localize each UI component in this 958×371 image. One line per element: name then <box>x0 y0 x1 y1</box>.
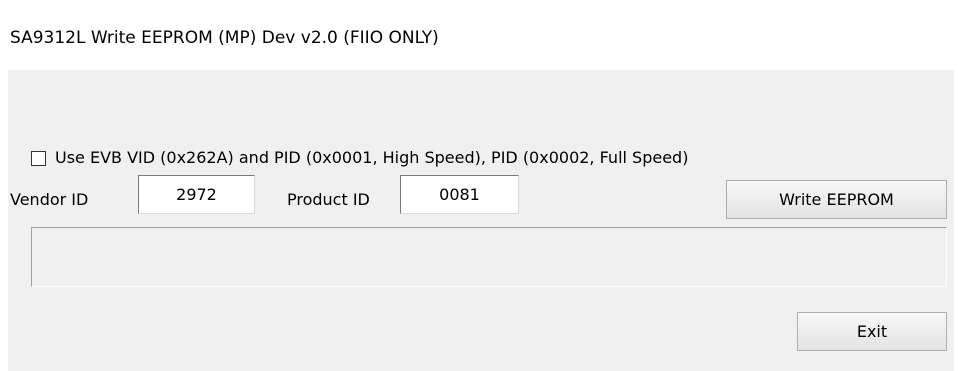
status-display <box>31 227 947 287</box>
title-bar: SA9312L Write EEPROM (MP) Dev v2.0 (FIIO… <box>8 12 954 70</box>
vendor-id-input[interactable] <box>138 175 255 214</box>
app-window: SA9312L Write EEPROM (MP) Dev v2.0 (FIIO… <box>8 12 954 371</box>
exit-button[interactable]: Exit <box>797 312 947 351</box>
product-id-label: Product ID <box>287 190 370 209</box>
use-evb-checkbox-label[interactable]: Use EVB VID (0x262A) and PID (0x0001, Hi… <box>55 148 688 167</box>
use-evb-checkbox[interactable] <box>31 151 46 166</box>
window-title: SA9312L Write EEPROM (MP) Dev v2.0 (FIIO… <box>10 28 439 48</box>
write-eeprom-button[interactable]: Write EEPROM <box>726 180 947 219</box>
vendor-id-label: Vendor ID <box>10 190 89 209</box>
product-id-input[interactable] <box>400 175 519 214</box>
